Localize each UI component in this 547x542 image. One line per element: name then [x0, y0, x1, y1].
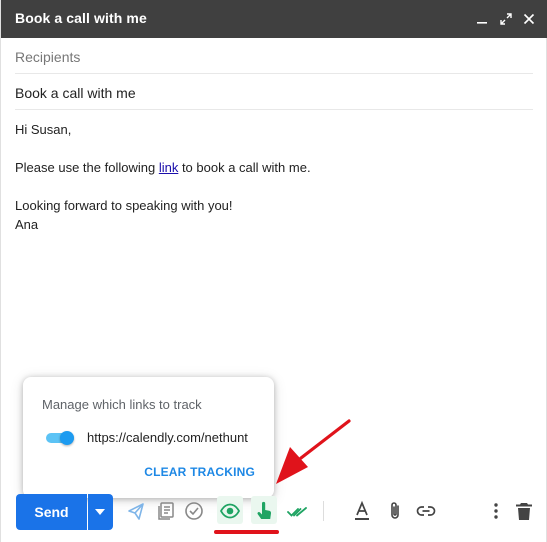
- greeting-line: Hi Susan,: [15, 122, 72, 137]
- tracked-link-url: https://calendly.com/nethunt: [87, 430, 248, 445]
- signature-line: Ana: [15, 217, 39, 232]
- annotation-underline: [214, 530, 279, 534]
- subject-field[interactable]: Book a call with me: [15, 74, 533, 110]
- delete-icon[interactable]: [513, 500, 535, 522]
- insert-link-icon[interactable]: [415, 500, 437, 522]
- message-body[interactable]: Hi Susan, Please use the following link …: [15, 120, 525, 234]
- booking-link[interactable]: link: [159, 160, 179, 175]
- attach-icon[interactable]: [384, 500, 406, 522]
- send-more-button[interactable]: [88, 494, 113, 530]
- more-options-icon[interactable]: [485, 500, 507, 522]
- double-check-icon[interactable]: [286, 500, 308, 522]
- recipients-field[interactable]: Recipients: [15, 38, 533, 74]
- popup-heading: Manage which links to track: [42, 397, 202, 412]
- link-line: Please use the following link to book a …: [15, 158, 525, 177]
- send-options-icon[interactable]: [125, 500, 147, 522]
- text-format-icon[interactable]: [351, 500, 373, 522]
- link-line-before: Please use the following: [15, 160, 159, 175]
- toolbar-divider: [323, 501, 324, 521]
- templates-icon[interactable]: [155, 500, 177, 522]
- track-link-toggle[interactable]: [46, 431, 74, 445]
- check-circle-icon[interactable]: [183, 500, 205, 522]
- compose-toolbar: Send: [1, 490, 547, 542]
- closing-line: Looking forward to speaking with you!: [15, 198, 233, 213]
- send-button[interactable]: Send: [16, 494, 87, 530]
- eye-tracking-icon[interactable]: [219, 500, 241, 522]
- chevron-down-icon: [95, 509, 105, 515]
- link-line-after: to book a call with me.: [178, 160, 311, 175]
- compose-window: Book a call with me Recipients Book a ca…: [0, 0, 547, 542]
- close-icon[interactable]: [521, 11, 537, 27]
- empty-line: [15, 177, 525, 196]
- link-tracking-popup: Manage which links to track https://cale…: [23, 377, 274, 498]
- compose-title: Book a call with me: [15, 10, 147, 26]
- clear-tracking-button[interactable]: CLEAR TRACKING: [144, 465, 255, 479]
- link-click-tracking-icon[interactable]: [253, 500, 275, 522]
- minimize-icon[interactable]: [474, 11, 490, 27]
- toggle-knob: [60, 431, 74, 445]
- empty-line: [15, 139, 525, 158]
- expand-icon[interactable]: [498, 11, 514, 27]
- compose-titlebar: Book a call with me: [1, 0, 547, 38]
